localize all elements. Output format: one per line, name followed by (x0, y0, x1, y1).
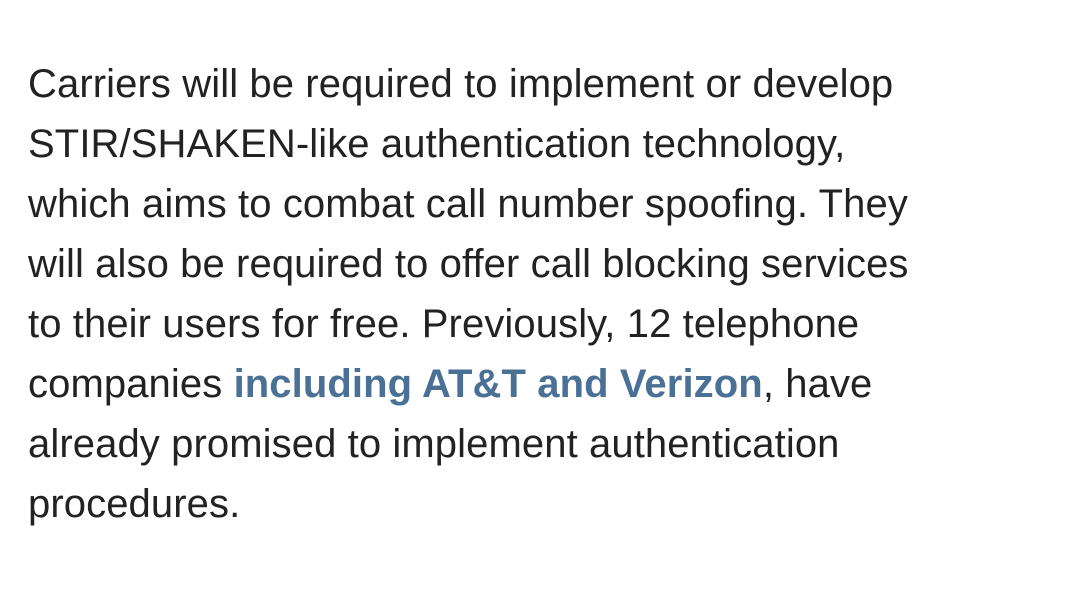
paragraph-line-2: STIR/SHAKEN-like authentication technolo… (28, 122, 846, 166)
att-verizon-link[interactable]: including AT&T and Verizon (234, 362, 763, 406)
paragraph-line-7: already promised to implement authentica… (28, 422, 840, 466)
article-paragraph: Carriers will be required to implement o… (28, 54, 1068, 534)
paragraph-line-4: will also be required to offer call bloc… (28, 242, 909, 286)
paragraph-line-1: Carriers will be required to implement o… (28, 62, 894, 106)
paragraph-line-6-end: , have (762, 362, 873, 406)
paragraph-line-6-start: companies (28, 362, 234, 406)
paragraph-line-3: which aims to combat call number spoofin… (28, 182, 908, 226)
paragraph-line-8: procedures. (28, 482, 241, 526)
paragraph-line-6: companies including AT&T and Verizon, ha… (28, 354, 1068, 414)
paragraph-line-5: to their users for free. Previously, 12 … (28, 302, 860, 346)
